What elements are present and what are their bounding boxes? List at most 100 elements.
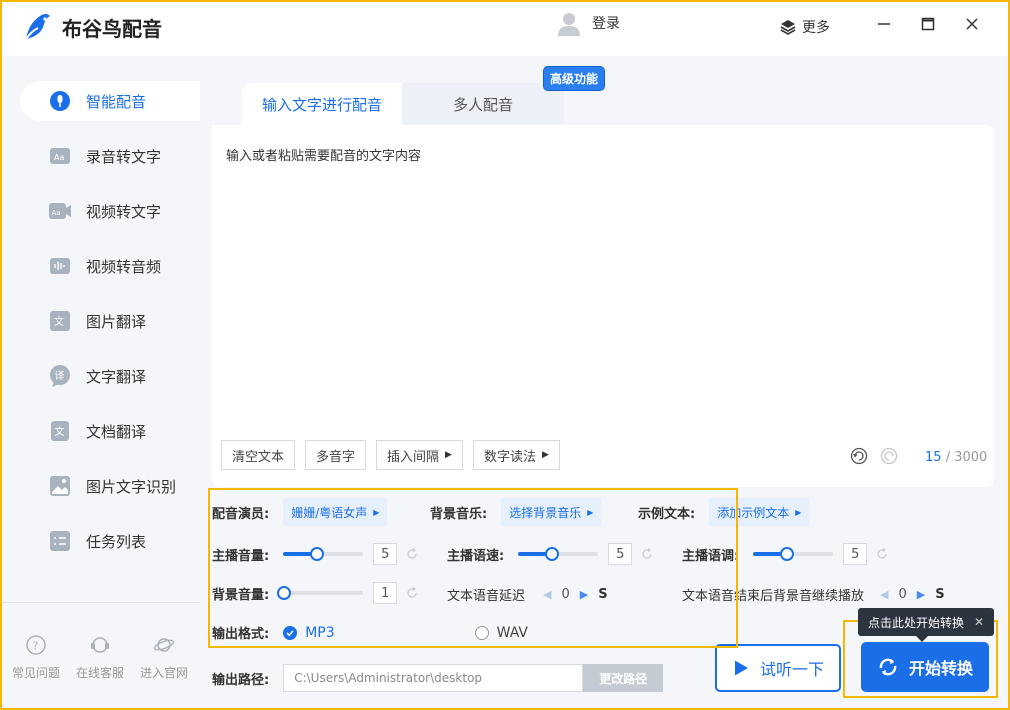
output-path-input[interactable]: C:\Users\Administrator\desktop <box>283 664 584 692</box>
bgm-select[interactable]: 选择背景音乐 ▶ <box>501 498 602 526</box>
sidebar-item-label: 图片文字识别 <box>86 477 177 496</box>
text-editor[interactable]: 输入或者粘贴需要配音的文字内容 清空文本 多音字 插入间隔 ▶ 数字读法 ▶ 15 … <box>212 125 994 487</box>
sidebar-item-smart-dubbing[interactable]: 智能配音 <box>20 81 201 121</box>
slider-knob[interactable] <box>277 586 292 600</box>
char-counter: 15 / 3000 <box>925 450 987 465</box>
redo-icon[interactable] <box>880 447 898 465</box>
bgm-value: 选择背景音乐 <box>509 505 582 520</box>
sample-label: 示例文本: <box>638 506 696 522</box>
slider-knob[interactable] <box>310 547 325 561</box>
planet-icon <box>153 638 175 652</box>
play-triangle-icon: ▶ <box>373 507 380 517</box>
official-site-label: 进入官网 <box>139 666 188 680</box>
format-wav-radio[interactable]: WAV <box>474 625 528 641</box>
bgm-label: 背景音乐: <box>430 506 488 522</box>
maximize-button[interactable] <box>916 12 940 36</box>
delay-stepper[interactable]: ◀ 0 ▶ S <box>543 587 608 602</box>
tab-multi-voice[interactable]: 多人配音 <box>402 83 564 125</box>
sidebar: 智能配音 Aa 录音转文字 Aa 视频转文字 视频转音频 文 图片翻译 译 文字… <box>0 56 201 710</box>
bg-volume-slider[interactable] <box>277 586 364 600</box>
sidebar-item-task-list[interactable]: 任务列表 <box>20 521 201 561</box>
sidebar-item-label: 图片翻译 <box>86 312 147 331</box>
voice-row: 配音演员: 姗姗/粤语女声 ▶ <box>212 498 388 526</box>
image-translate-icon: 文 <box>48 309 72 333</box>
insert-pause-button[interactable]: 插入间隔 ▶ <box>376 440 463 470</box>
close-icon <box>966 18 978 30</box>
change-path-button[interactable]: 更改路径 <box>583 664 664 692</box>
decrement-arrow-icon[interactable]: ◀ <box>543 588 551 601</box>
increment-arrow-icon[interactable]: ▶ <box>917 588 925 601</box>
sidebar-item-label: 任务列表 <box>86 532 147 551</box>
sample-value: 添加示例文本 <box>717 505 790 520</box>
reset-icon[interactable] <box>405 547 419 561</box>
play-triangle-icon: ▶ <box>445 450 452 460</box>
online-service-button[interactable]: 在线客服 <box>76 634 124 681</box>
sample-row: 示例文本: 添加示例文本 ▶ <box>638 498 810 526</box>
reset-icon[interactable] <box>405 586 419 600</box>
undo-icon[interactable] <box>850 447 868 465</box>
sidebar-item-label: 视频转文字 <box>86 202 162 221</box>
faq-label: 常见问题 <box>11 666 60 680</box>
doc-translate-icon: 文 <box>48 419 72 443</box>
path-label: 输出路径: <box>212 672 270 688</box>
check-icon <box>283 625 298 640</box>
main-volume-slider[interactable] <box>283 547 364 561</box>
pitch-label: 主播语调: <box>682 548 740 564</box>
svg-text:文: 文 <box>55 425 65 438</box>
after-play-row: 文本语音结束后背景音继续播放 ◀ 0 ▶ S <box>682 585 945 604</box>
reset-icon[interactable] <box>875 547 889 561</box>
chat-translate-icon: 译 <box>48 364 72 388</box>
close-button[interactable] <box>960 12 984 36</box>
sidebar-item-label: 录音转文字 <box>86 147 162 166</box>
text-aa-icon: Aa <box>48 144 72 168</box>
editor-text-content[interactable]: 输入或者粘贴需要配音的文字内容 <box>226 145 421 164</box>
radio-empty-icon <box>474 625 489 640</box>
voice-select[interactable]: 姗姗/粤语女声 ▶ <box>283 498 388 526</box>
speed-value[interactable]: 5 <box>608 543 633 565</box>
sidebar-item-text-translate[interactable]: 译 文字翻译 <box>20 356 201 396</box>
increment-arrow-icon[interactable]: ▶ <box>580 588 588 601</box>
sidebar-item-video-to-text[interactable]: Aa 视频转文字 <box>20 191 201 231</box>
delay-label: 文本语音延迟 <box>447 589 526 604</box>
tooltip-close-icon[interactable]: ✕ <box>974 615 984 629</box>
sidebar-item-audio-to-text[interactable]: Aa 录音转文字 <box>20 136 201 176</box>
svg-text:Aa: Aa <box>54 153 64 162</box>
preview-button[interactable]: 试听一下 <box>715 644 841 692</box>
pitch-slider[interactable] <box>753 547 834 561</box>
sidebar-item-doc-translate[interactable]: 文 文档翻译 <box>20 411 201 451</box>
speed-slider[interactable] <box>518 547 599 561</box>
svg-text:译: 译 <box>55 370 65 382</box>
login-button[interactable]: 登录 <box>556 10 620 36</box>
decrement-arrow-icon[interactable]: ◀ <box>880 588 888 601</box>
format-mp3-radio[interactable]: MP3 <box>283 625 335 641</box>
title-bar: 布谷鸟配音 登录 更多 <box>0 0 1010 56</box>
polyphone-button[interactable]: 多音字 <box>305 440 367 470</box>
sidebar-item-video-to-audio[interactable]: 视频转音频 <box>20 246 201 286</box>
official-site-button[interactable]: 进入官网 <box>140 634 188 681</box>
pitch-value[interactable]: 5 <box>843 543 868 565</box>
slider-knob[interactable] <box>545 547 560 561</box>
sidebar-item-image-translate[interactable]: 文 图片翻译 <box>20 301 201 341</box>
tab-text-dubbing[interactable]: 输入文字进行配音 <box>242 83 402 125</box>
main-volume-value[interactable]: 5 <box>373 543 398 565</box>
maximize-icon <box>921 17 935 31</box>
app-title: 布谷鸟配音 <box>62 17 162 41</box>
after-play-unit: S <box>935 587 945 602</box>
more-menu-button[interactable]: 更多 <box>780 17 830 37</box>
sample-select[interactable]: 添加示例文本 ▶ <box>709 498 810 526</box>
start-convert-button[interactable]: 开始转换 <box>861 642 989 692</box>
minimize-button[interactable] <box>872 12 896 36</box>
clear-text-button[interactable]: 清空文本 <box>221 440 296 470</box>
speed-label: 主播语速: <box>447 548 505 564</box>
slider-knob[interactable] <box>780 547 795 561</box>
video-text-icon: Aa <box>48 199 72 223</box>
bg-volume-value[interactable]: 1 <box>373 582 398 604</box>
sidebar-item-image-ocr[interactable]: 图片文字识别 <box>20 466 201 506</box>
number-reading-button[interactable]: 数字读法 ▶ <box>472 440 560 470</box>
delay-unit: S <box>598 587 608 602</box>
minimize-icon <box>878 23 890 25</box>
faq-button[interactable]: ? 常见问题 <box>12 634 60 681</box>
reset-icon[interactable] <box>640 547 654 561</box>
play-icon <box>734 660 748 676</box>
after-play-stepper[interactable]: ◀ 0 ▶ S <box>880 587 945 602</box>
